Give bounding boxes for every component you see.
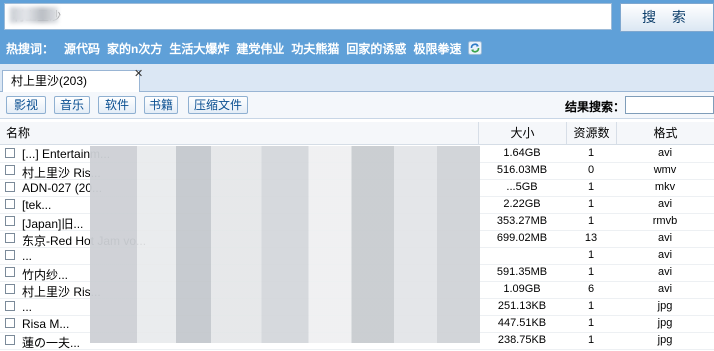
row-format: wmv [653,164,677,176]
row-checkbox[interactable] [5,267,15,277]
search-input[interactable]: 村上里沙 [4,3,612,30]
row-count: 1 [587,181,595,193]
category-button-music[interactable]: 音乐 [54,96,90,114]
table-header: 名称 大小 资源数 格式 [0,122,714,145]
row-format: avi [657,266,673,278]
hot-keywords-label: 热搜词： [6,41,55,56]
row-checkbox[interactable] [5,318,15,328]
table-row[interactable]: 蓮の一夫... 238.75KB 1 jpg [0,332,714,350]
row-count: 6 [587,283,595,295]
refresh-icon[interactable] [468,41,483,55]
row-name[interactable]: ADN-027 (20... [22,181,102,195]
row-count: 1 [587,266,595,278]
category-button-books[interactable]: 书籍 [144,96,178,114]
row-count: 1 [587,198,595,210]
table-row[interactable]: ADN-027 (20... ...5GB 1 mkv [0,179,714,197]
hot-keyword-link[interactable]: 源代码 [64,40,100,57]
hot-keyword-link[interactable]: 建党伟业 [236,40,284,57]
row-name[interactable]: [...] Entertainm... [22,147,110,161]
row-checkbox[interactable] [5,284,15,294]
row-checkbox[interactable] [5,182,15,192]
table-row[interactable]: 竹内纱... 591.35MB 1 avi [0,264,714,282]
row-format: avi [657,232,673,244]
tab-search-results[interactable]: 村上里沙(203) [2,70,140,92]
row-checkbox[interactable] [5,233,15,243]
row-size: 2.22GB [503,198,541,210]
hot-keyword-link[interactable]: 家的n次方 [107,40,162,57]
table-row[interactable]: [tek... 2.22GB 1 avi [0,196,714,214]
row-count: 1 [587,249,595,261]
row-count: 13 [584,232,598,244]
row-format: jpg [657,317,673,329]
category-button-video[interactable]: 影视 [6,96,46,114]
result-search-label: 结果搜索： [565,100,626,114]
hot-keyword-link[interactable]: 功夫熊猫 [291,40,339,57]
row-count: 0 [587,164,595,176]
table-row[interactable]: ... 251.13KB 1 jpg [0,298,714,316]
row-format: avi [657,249,673,261]
table-row[interactable]: [...] Entertainm... 1.64GB 1 avi [0,145,714,163]
hot-keyword-link[interactable]: 生活大爆炸 [169,40,229,57]
row-size: ...5GB [506,181,538,193]
row-format: mkv [654,181,676,193]
row-size: 353.27MB [496,215,548,227]
row-format: avi [657,283,673,295]
tab-bar: 村上里沙(203) ✕ [0,64,714,92]
search-button[interactable]: 搜 索 [620,3,714,32]
row-name[interactable]: ... [22,300,32,314]
row-size: 238.75KB [497,334,547,346]
row-size: 1.09GB [503,283,541,295]
column-header-format[interactable]: 格式 [616,122,714,144]
row-size: 1.64GB [503,147,541,159]
row-count: 1 [587,215,595,227]
column-header-name[interactable]: 名称 [0,122,478,144]
row-count: 1 [587,147,595,159]
row-name[interactable]: Risa M... [22,317,69,331]
table-row[interactable]: 村上里沙 Ris... 1.09GB 6 avi [0,281,714,299]
top-search-bar: 村上里沙 搜 索 热搜词： 源代码 家的n次方 生活大爆炸 建党伟业 功夫熊猫 … [0,0,714,64]
table-row[interactable]: [Japan]旧... 353.27MB 1 rmvb [0,213,714,231]
row-count: 1 [587,300,595,312]
result-search-input[interactable] [625,96,714,114]
hot-keyword-link[interactable]: 回家的诱惑 [346,40,406,57]
table-row[interactable]: 东京-Red Hot Jam vo... 699.02MB 13 avi [0,230,714,248]
row-checkbox[interactable] [5,165,15,175]
category-button-archives[interactable]: 压缩文件 [188,96,248,114]
category-toolbar: 影视 音乐 软件 书籍 压缩文件 结果搜索： [0,92,714,119]
row-size: 447.51KB [497,317,547,329]
row-size: 251.13KB [497,300,547,312]
table-row[interactable]: ... 1 avi [0,247,714,265]
hot-keywords-row: 热搜词： 源代码 家的n次方 生活大爆炸 建党伟业 功夫熊猫 回家的诱惑 极限拳… [6,40,483,57]
row-count: 1 [587,334,595,346]
tab-label: 村上里沙(203) [11,74,88,88]
row-name[interactable]: ... [22,249,32,263]
column-header-count[interactable]: 资源数 [566,122,616,144]
row-count: 1 [587,317,595,329]
hot-keyword-link[interactable]: 极限拳速 [413,40,461,57]
row-size: 699.02MB [496,232,548,244]
row-format: rmvb [652,215,678,227]
row-checkbox[interactable] [5,216,15,226]
row-checkbox[interactable] [5,250,15,260]
row-size: 516.03MB [496,164,548,176]
row-size: 591.35MB [496,266,548,278]
row-checkbox[interactable] [5,148,15,158]
row-format: jpg [657,300,673,312]
row-format: avi [657,198,673,210]
row-checkbox[interactable] [5,301,15,311]
table-row[interactable]: 村上里沙 Ris... 516.03MB 0 wmv [0,162,714,180]
column-header-size[interactable]: 大小 [478,122,566,144]
row-checkbox[interactable] [5,335,15,345]
row-checkbox[interactable] [5,199,15,209]
row-name[interactable]: [tek... [22,198,51,212]
row-format: avi [657,147,673,159]
table-row[interactable]: Risa M... 447.51KB 1 jpg [0,315,714,333]
row-format: jpg [657,334,673,346]
close-icon[interactable]: ✕ [134,67,143,80]
category-button-software[interactable]: 软件 [98,96,136,114]
